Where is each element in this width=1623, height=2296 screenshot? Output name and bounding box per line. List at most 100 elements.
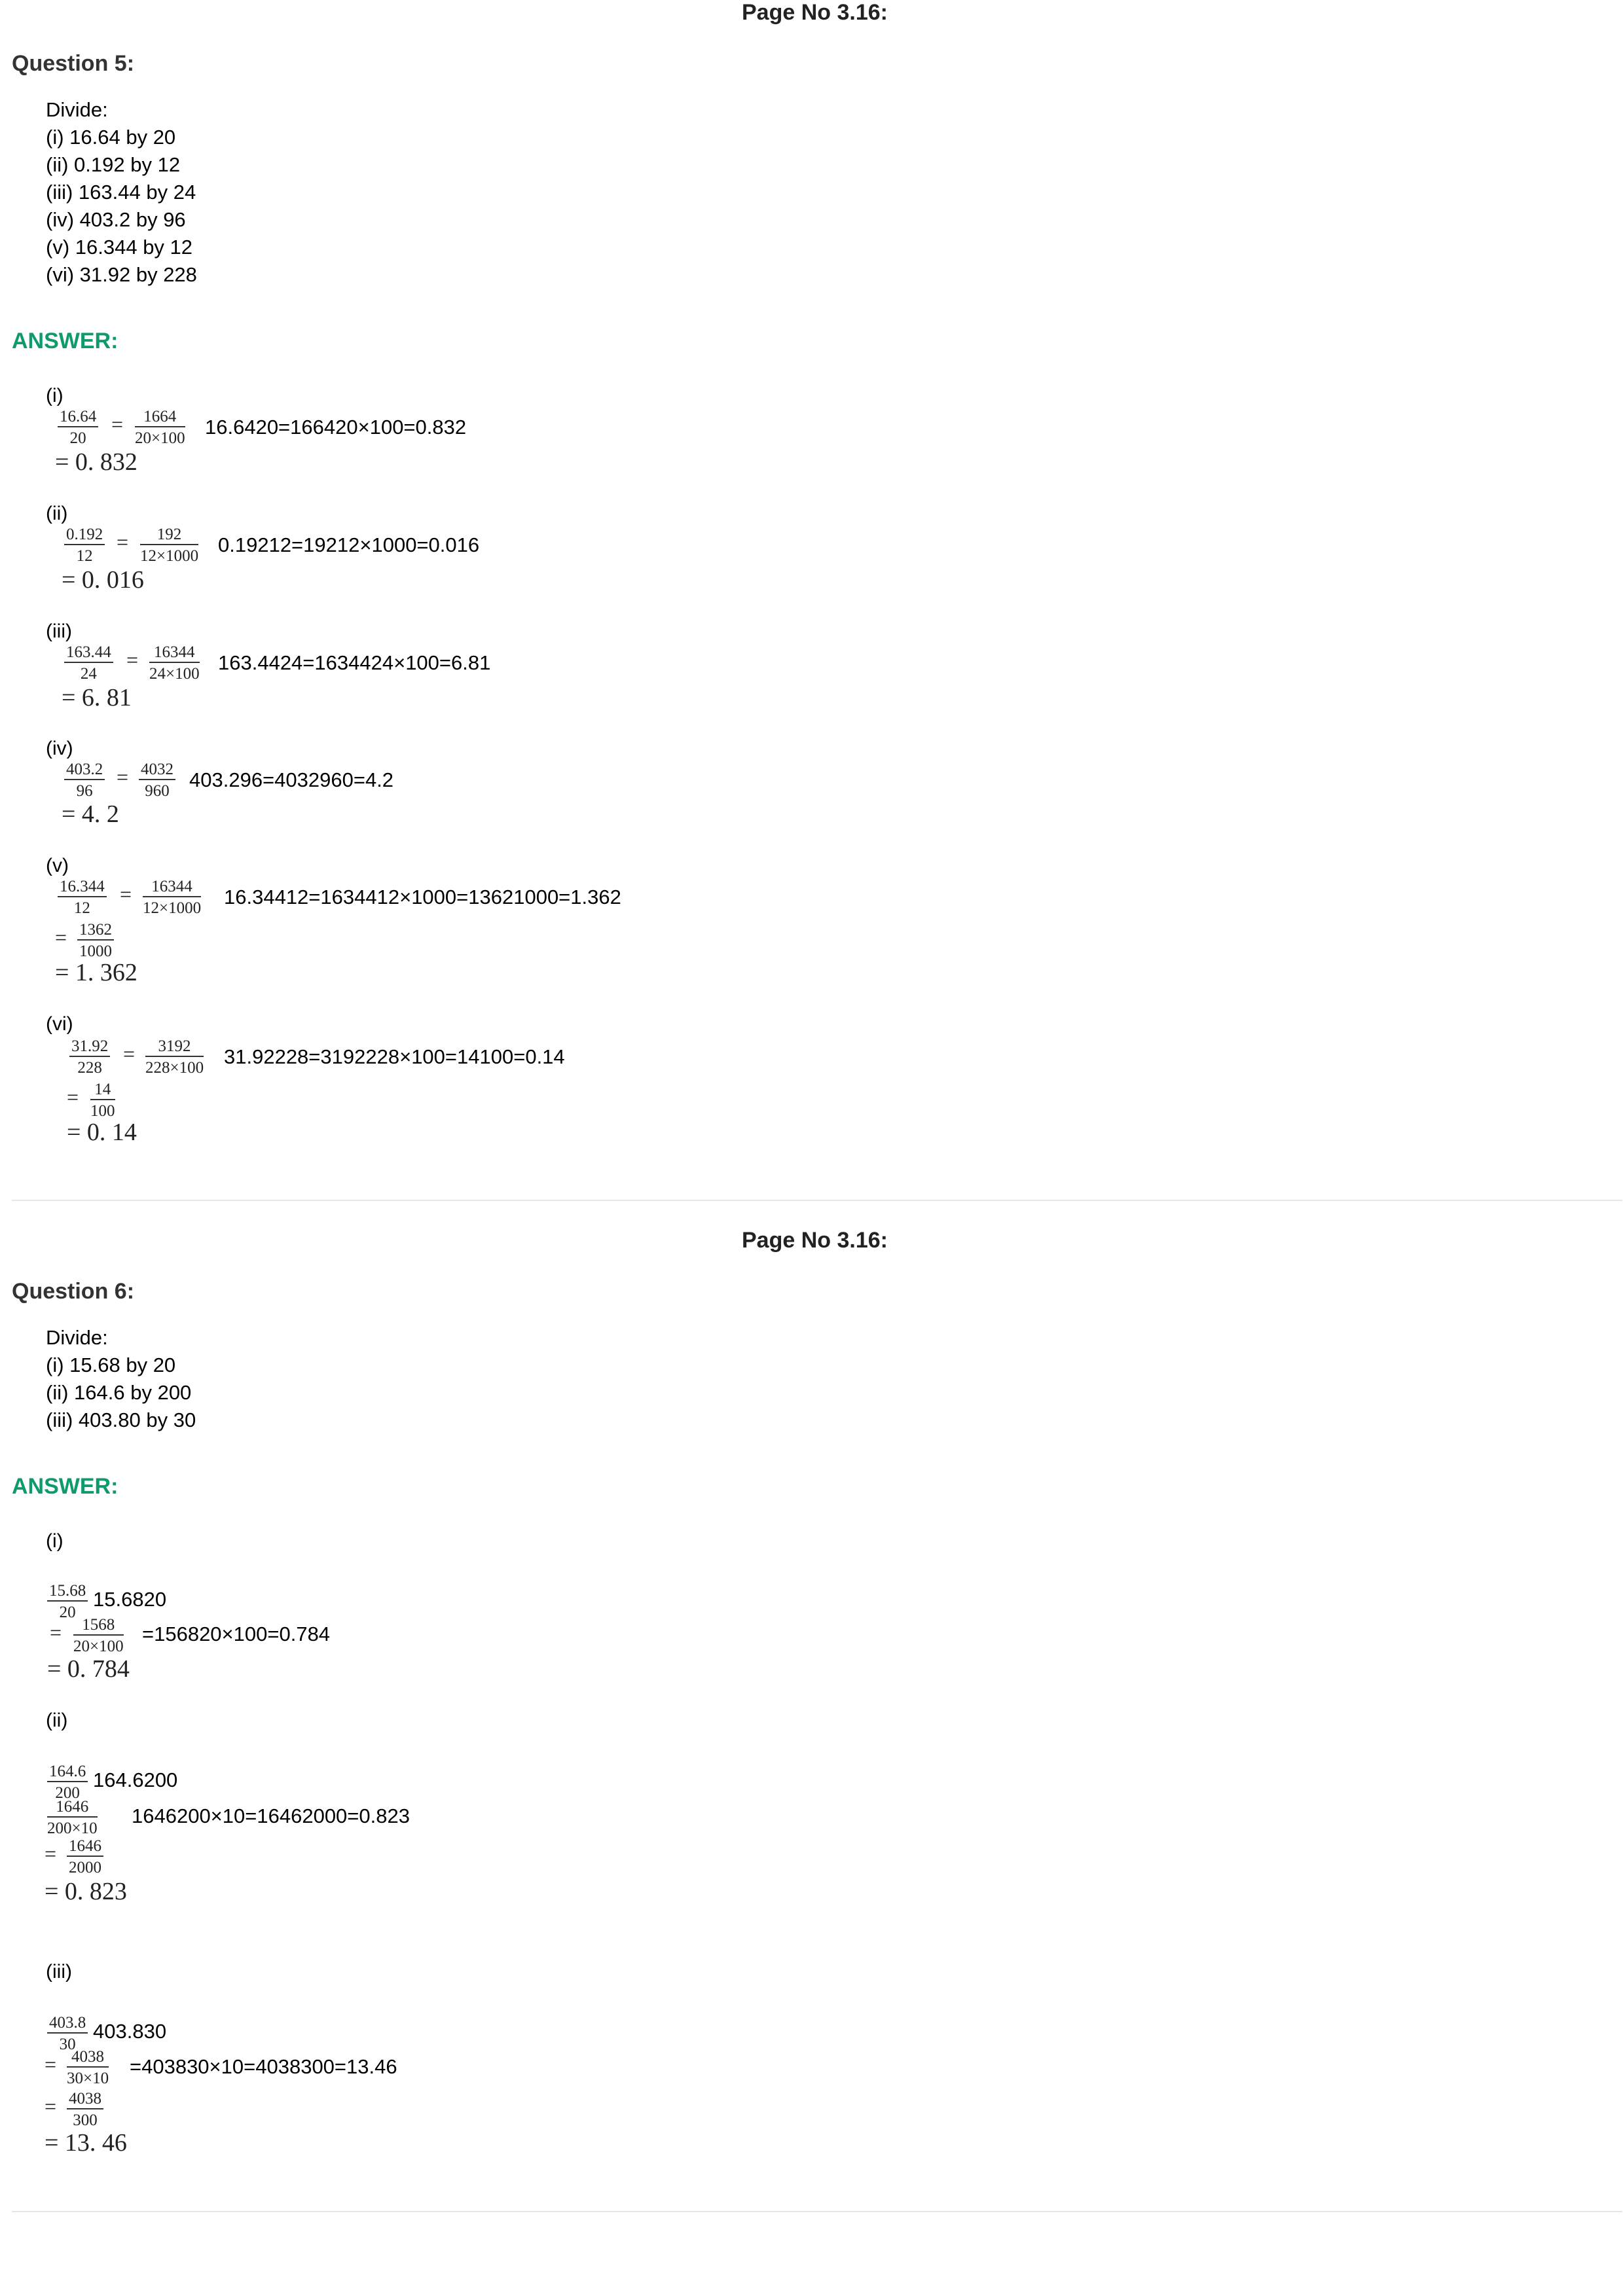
fraction: 403.2 96 [64,761,105,799]
denominator: 30×10 [67,2070,109,2087]
part-label: (ii) [46,503,68,524]
equals-sign: = [45,2094,57,2118]
denominator: 96 [76,782,93,800]
denominator: 1000 [79,942,112,960]
alt-text-expression: 0.19212=19212×1000=0.016 [218,533,480,556]
fraction: 4032 960 [139,761,175,799]
alt-text-expression: 16.34412=1634412×1000=13621000=1.362 [224,886,621,908]
part-label: (iii) [46,1961,72,1982]
part-label: (iii) [46,620,72,642]
denominator: 24×100 [149,665,200,683]
fraction: 16.344 12 [58,878,107,916]
alt-text-expression: 31.92228=3192228×100=14100=0.14 [224,1045,565,1068]
numerator: 4038 [67,2090,103,2109]
numerator: 163.44 [64,644,113,663]
alt-text-expression: 164.6200 [93,1768,178,1791]
fraction: 1646 2000 [67,1838,103,1876]
numerator: 1362 [77,922,114,941]
fraction: 4038 300 [67,2090,103,2128]
fraction: 1568 20×100 [73,1617,124,1655]
numerator: 403.8 [47,2015,88,2034]
statement-line: (vi) 31.92 by 228 [46,263,197,286]
denominator: 12 [73,899,90,917]
statement-line: (ii) 164.6 by 200 [46,1381,192,1404]
numerator: 1568 [73,1617,124,1636]
numerator: 192 [140,526,199,545]
result: = 13. 46 [45,2129,127,2157]
statement-line: Divide: [46,1326,108,1349]
numerator: 14 [90,1081,115,1100]
denominator: 24 [80,665,97,683]
fraction: 1664 20×100 [135,408,185,446]
statement-line: (iv) 403.2 by 96 [46,208,186,231]
fraction: 31.92 228 [69,1038,111,1077]
part-label: (vi) [46,1013,73,1035]
result: = 1. 362 [55,959,137,986]
numerator: 16344 [143,878,202,897]
numerator: 16.344 [58,878,107,897]
denominator: 12×1000 [143,899,202,917]
statement-line: (ii) 0.192 by 12 [46,153,181,176]
part-label: (iv) [46,738,73,759]
answer-label: ANSWER: [12,329,119,353]
denominator: 200×10 [47,1820,98,1837]
denominator: 300 [73,2111,98,2129]
statement-line: (iii) 163.44 by 24 [46,181,196,204]
statement-line: (i) 15.68 by 20 [46,1354,176,1376]
fraction: 16.64 20 [58,408,99,447]
denominator: 228 [77,1059,102,1077]
alt-text-expression: 15.6820 [93,1588,167,1611]
equals-sign: = [50,1621,62,1644]
equals-sign: = [67,1085,79,1109]
section-divider [12,2211,1622,2212]
fraction: 163.44 24 [64,644,113,682]
equals-sign: = [117,765,129,789]
result: = 4. 2 [62,800,119,828]
numerator: 16.64 [58,408,99,427]
part-label: (ii) [46,1710,68,1731]
part-label: (i) [46,1530,64,1552]
numerator: 164.6 [47,1763,88,1782]
question-title: Question 6: [12,1279,135,1304]
fraction: 0.192 12 [64,526,105,564]
equals-sign: = [126,648,139,672]
statement-line: (v) 16.344 by 12 [46,236,193,259]
result: = 0. 14 [67,1119,137,1146]
part-label: (i) [46,385,64,406]
part-label: (v) [46,855,69,876]
page-number: Page No 3.16: [742,0,888,25]
denominator: 20×100 [135,429,185,447]
page-number: Page No 3.16: [742,1228,888,1253]
result: = 0. 823 [45,1878,127,1905]
numerator: 16344 [149,644,200,663]
denominator: 12×1000 [140,547,199,565]
denominator: 100 [90,1102,115,1120]
equals-sign: = [123,1042,136,1066]
numerator: 15.68 [47,1583,88,1602]
section-divider [12,1200,1622,1201]
alt-text-expression: =403830×10=4038300=13.46 [130,2055,397,2078]
fraction: 3192 228×100 [145,1038,204,1076]
statement-line: (iii) 403.80 by 30 [46,1408,196,1431]
numerator: 1646 [67,1838,103,1857]
fraction: 14 100 [90,1081,115,1119]
numerator: 31.92 [69,1038,111,1057]
fraction: 16344 12×1000 [143,878,202,917]
denominator: 2000 [69,1859,101,1876]
equals-sign: = [120,882,132,906]
result: = 0. 784 [47,1655,130,1683]
denominator: 960 [145,782,170,800]
answer-label: ANSWER: [12,1474,119,1499]
numerator: 3192 [145,1038,204,1057]
denominator: 228×100 [145,1059,204,1077]
fraction: 192 12×1000 [140,526,199,565]
fraction: 1362 1000 [77,922,114,960]
alt-text-expression: 163.4424=1634424×100=6.81 [218,651,491,674]
numerator: 4032 [139,761,175,780]
fraction: 164.6 200 [47,1763,88,1801]
numerator: 1646 [47,1799,98,1818]
equals-sign: = [45,1842,57,1865]
fraction: 16344 24×100 [149,644,200,682]
equals-sign: = [111,412,124,436]
denominator: 20 [69,429,86,447]
